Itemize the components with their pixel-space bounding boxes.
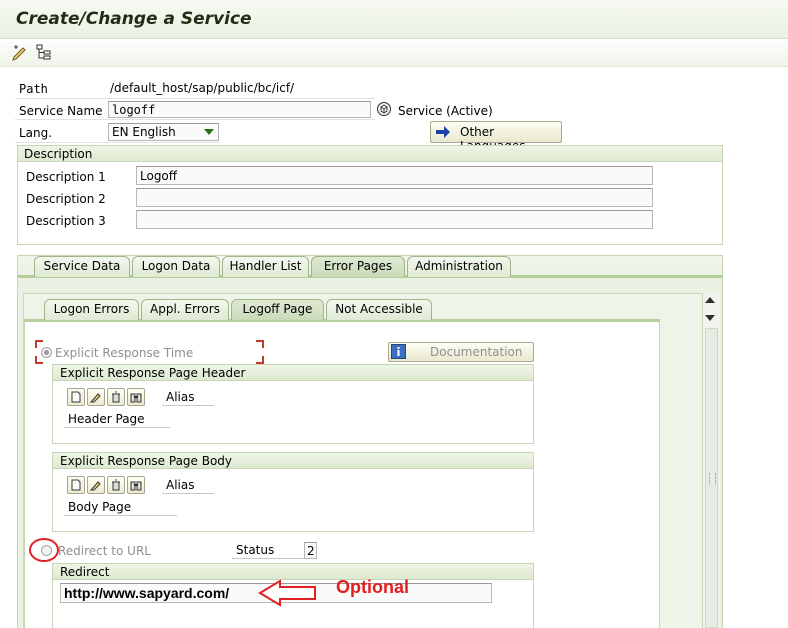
trash-icon bbox=[112, 479, 120, 491]
tab-error-pages[interactable]: Error Pages bbox=[311, 256, 405, 277]
service-status-icon bbox=[376, 101, 392, 117]
application-toolbar bbox=[0, 39, 788, 67]
header-alias-label: Alias bbox=[162, 389, 214, 406]
description-2-field[interactable] bbox=[136, 188, 653, 207]
description-2-label: Description 2 bbox=[26, 192, 106, 206]
scroll-grip-icon bbox=[709, 473, 716, 485]
focus-corner-tr bbox=[256, 340, 264, 348]
path-divider bbox=[15, 98, 375, 99]
lang-value: EN English bbox=[112, 125, 176, 139]
hierarchy-tree-icon[interactable] bbox=[35, 43, 53, 61]
explicit-response-label: Explicit Response Time bbox=[55, 346, 194, 360]
scroll-up-icon[interactable] bbox=[705, 297, 715, 303]
body-new-button[interactable] bbox=[67, 476, 85, 494]
response-header-group-header: Explicit Response Page Header bbox=[53, 365, 533, 381]
tab-logon-data[interactable]: Logon Data bbox=[132, 256, 220, 277]
description-3-field[interactable] bbox=[136, 210, 653, 229]
header-delete-button[interactable] bbox=[107, 388, 125, 406]
binoculars-icon bbox=[130, 481, 142, 491]
body-find-button[interactable] bbox=[127, 476, 145, 494]
subtab-logoff-page[interactable]: Logoff Page bbox=[231, 299, 324, 320]
lang-divider bbox=[15, 142, 220, 143]
description-group-header: Description bbox=[18, 146, 722, 162]
other-languages-button[interactable]: Other Languages bbox=[430, 121, 562, 153]
new-document-icon bbox=[71, 391, 81, 403]
focus-corner-br bbox=[256, 356, 264, 364]
status-field[interactable]: 2 bbox=[304, 542, 317, 559]
response-body-group-header: Explicit Response Page Body bbox=[53, 453, 533, 469]
window-title: Create/Change a Service bbox=[16, 9, 252, 29]
tab-administration[interactable]: Administration bbox=[407, 256, 511, 277]
body-delete-button[interactable] bbox=[107, 476, 125, 494]
edit-pencil-icon[interactable] bbox=[11, 43, 29, 61]
response-header-title: Explicit Response Page Header bbox=[60, 366, 246, 380]
header-page-label: Header Page bbox=[64, 411, 170, 428]
info-icon bbox=[391, 344, 406, 359]
tab-service-data[interactable]: Service Data bbox=[34, 256, 130, 277]
redirect-group-title: Redirect bbox=[60, 565, 110, 579]
highlight-circle bbox=[29, 538, 59, 562]
header-page-text: Header Page bbox=[68, 412, 145, 426]
service-name-label: Service Name bbox=[19, 104, 103, 118]
path-value: /default_host/sap/public/bc/icf/ bbox=[110, 81, 295, 95]
description-3-label: Description 3 bbox=[26, 214, 106, 228]
chevron-down-icon[interactable] bbox=[204, 129, 214, 135]
header-alias-text: Alias bbox=[166, 390, 195, 404]
subtab-logon-errors[interactable]: Logon Errors bbox=[44, 299, 139, 320]
body-alias-text: Alias bbox=[166, 478, 195, 492]
header-find-button[interactable] bbox=[127, 388, 145, 406]
body-page-text: Body Page bbox=[68, 500, 132, 514]
description-1-label: Description 1 bbox=[26, 170, 106, 184]
optional-annotation: Optional bbox=[336, 577, 409, 597]
status-label-text: Status bbox=[236, 543, 275, 557]
subtab-appl-errors[interactable]: Appl. Errors bbox=[141, 299, 229, 320]
description-group-title: Description bbox=[24, 147, 93, 161]
service-divider bbox=[15, 119, 375, 120]
scroll-down-icon[interactable] bbox=[705, 315, 715, 321]
path-label: Path bbox=[19, 82, 48, 96]
focus-corner-tl bbox=[35, 340, 43, 348]
lang-dropdown[interactable]: EN English bbox=[108, 123, 219, 141]
annotation-arrow-icon bbox=[258, 578, 318, 608]
redirect-url-label: Redirect to URL bbox=[58, 544, 151, 558]
redirect-url-value: http://www.sapyard.com/ bbox=[64, 585, 230, 601]
body-alias-label: Alias bbox=[162, 477, 214, 494]
new-document-icon bbox=[71, 479, 81, 491]
response-body-title: Explicit Response Page Body bbox=[60, 454, 233, 468]
subtab-not-accessible[interactable]: Not Accessible bbox=[326, 299, 432, 320]
documentation-button[interactable]: Documentation bbox=[388, 342, 534, 362]
header-new-button[interactable] bbox=[67, 388, 85, 406]
trash-icon bbox=[112, 391, 120, 403]
description-1-field[interactable]: Logoff bbox=[136, 166, 653, 185]
service-name-field[interactable]: logoff bbox=[108, 101, 371, 118]
documentation-label: Documentation bbox=[430, 345, 523, 359]
edit-pencil-icon bbox=[90, 481, 101, 491]
focus-corner-bl bbox=[35, 356, 43, 364]
edit-pencil-icon bbox=[90, 393, 101, 403]
status-value: 2 bbox=[307, 544, 315, 558]
body-edit-button[interactable] bbox=[87, 476, 105, 494]
description-1-value: Logoff bbox=[140, 169, 178, 183]
explicit-response-radio[interactable] bbox=[41, 347, 52, 358]
arrow-right-icon bbox=[435, 125, 451, 139]
binoculars-icon bbox=[130, 393, 142, 403]
service-name-value: logoff bbox=[112, 103, 156, 117]
body-page-label: Body Page bbox=[64, 499, 177, 516]
tab-handler-list[interactable]: Handler List bbox=[222, 256, 309, 277]
service-status-text: Service (Active) bbox=[398, 104, 493, 118]
status-label: Status bbox=[232, 542, 304, 559]
header-edit-button[interactable] bbox=[87, 388, 105, 406]
lang-label: Lang. bbox=[19, 126, 53, 140]
